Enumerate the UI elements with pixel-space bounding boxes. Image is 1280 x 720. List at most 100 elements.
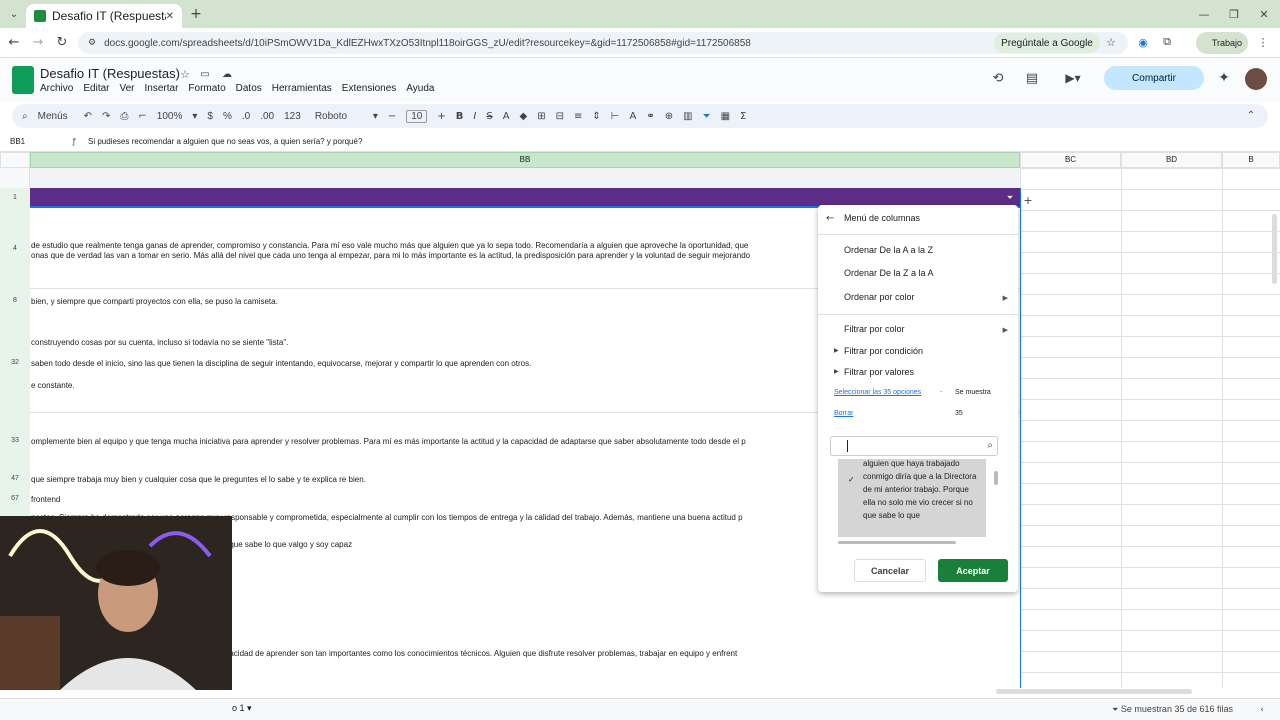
cell-text[interactable]: onas que de verdad las van a tomar en se… (31, 251, 819, 260)
menu-extensiones[interactable]: Extensiones (342, 83, 396, 94)
search-icon[interactable]: ⌕ (22, 111, 28, 122)
undo-icon[interactable]: ↶ (84, 111, 92, 122)
horizontal-align-icon[interactable]: ≡ (574, 111, 582, 122)
comments-icon[interactable]: ▤ (1024, 70, 1040, 86)
filter-by-color-item[interactable]: Filtrar por color (844, 324, 905, 334)
menu-archivo[interactable]: Archivo (40, 83, 73, 94)
vertical-align-icon[interactable]: ⇕ (592, 111, 600, 122)
font-dropdown-icon[interactable]: ▾ (373, 111, 378, 122)
values-list[interactable]: ✓ alguien que haya trabajado conmigo dir… (838, 459, 986, 537)
menu-ayuda[interactable]: Ayuda (406, 83, 434, 94)
horizontal-scrollbar[interactable] (996, 689, 1192, 694)
currency-button[interactable]: $ (207, 111, 213, 122)
browser-tab[interactable]: Desafio IT (Respuestas) - Hojas ✕ (26, 4, 182, 28)
font-size-field[interactable]: 10 (406, 109, 428, 123)
functions-icon[interactable]: Σ (740, 111, 746, 122)
text-wrap-icon[interactable]: ⊢ (611, 111, 620, 122)
collapse-toolbar-icon[interactable]: ⌃ (1244, 108, 1258, 122)
paint-format-icon[interactable]: ⌐ (138, 111, 146, 122)
tab-list-icon[interactable]: ⌄ (6, 6, 22, 22)
bold-icon[interactable]: B (456, 111, 464, 122)
insert-link-icon[interactable]: ⚭ (646, 111, 654, 122)
select-all-corner[interactable] (0, 152, 30, 168)
merge-cells-icon[interactable]: ⊟ (556, 111, 564, 122)
insert-comment-icon[interactable]: ⊕ (665, 111, 673, 122)
menu-datos[interactable]: Datos (236, 83, 262, 94)
increase-decimal-button[interactable]: .00 (260, 111, 274, 122)
row-number[interactable]: 47 (0, 475, 30, 482)
sort-z-a-item[interactable]: Ordenar De la Z a la A (844, 268, 934, 278)
close-tab-icon[interactable]: ✕ (166, 11, 174, 22)
insert-chart-icon[interactable]: ▥ (683, 111, 692, 122)
checkmark-icon[interactable]: ✓ (848, 475, 855, 484)
row-number[interactable]: 8 (0, 297, 30, 304)
font-size-plus-icon[interactable]: + (437, 111, 445, 122)
url-field[interactable]: ⚙ docs.google.com/spreadsheets/d/10iPSmO… (78, 32, 1128, 54)
cell-text[interactable]: frontend (31, 495, 819, 504)
reload-icon[interactable]: ↻ (54, 34, 70, 50)
formula-input[interactable]: Si pudieses recomendar a alguien que no … (88, 137, 362, 146)
cancel-button[interactable]: Cancelar (854, 559, 926, 582)
star-icon[interactable]: ☆ (178, 67, 192, 81)
sheets-logo[interactable] (12, 66, 34, 94)
cell-text[interactable]: que siempre trabaja muy bien y cualquier… (31, 475, 819, 484)
cell-text[interactable]: de estudio que realmente tenga ganas de … (31, 241, 819, 250)
select-all-link[interactable]: Seleccionar las 35 opciones (834, 389, 921, 396)
site-info-icon[interactable]: ⚙ (88, 38, 96, 48)
restore-icon[interactable]: ❐ (1226, 6, 1242, 22)
sort-a-z-item[interactable]: Ordenar De la A a la Z (844, 245, 933, 255)
column-header-bc[interactable]: BC (1020, 152, 1121, 168)
extension-icon[interactable]: ◉ (1136, 35, 1150, 49)
column-header-bb[interactable]: BB (30, 152, 1020, 168)
row-number[interactable]: 67 (0, 495, 30, 502)
values-search-input[interactable]: ⌕ (830, 436, 998, 456)
menu-ver[interactable]: Ver (119, 83, 134, 94)
strikethrough-icon[interactable]: S (486, 111, 492, 122)
vertical-scrollbar[interactable] (1272, 214, 1277, 284)
minimize-icon[interactable]: — (1196, 6, 1212, 22)
redo-icon[interactable]: ↷ (102, 111, 110, 122)
bookmark-star-icon[interactable]: ☆ (1104, 35, 1118, 49)
zoom-select[interactable]: 100% (157, 111, 183, 122)
zoom-dropdown-icon[interactable]: ▾ (192, 111, 197, 122)
cell-text[interactable]: omplemente bien al equipo y que tenga mu… (31, 437, 819, 446)
collapse-sidepanel-icon[interactable]: ‹ (1256, 704, 1268, 716)
font-size-minus-icon[interactable]: − (388, 111, 396, 122)
ask-google-button[interactable]: Pregúntale a Google (994, 33, 1100, 53)
sheet-tab[interactable]: o 1 ▾ (232, 703, 252, 714)
text-rotation-icon[interactable]: A (630, 111, 637, 122)
fill-color-icon[interactable]: ◆ (520, 111, 528, 122)
row-number[interactable]: 32 (0, 359, 30, 366)
expand-values-icon[interactable]: ▶ (834, 368, 839, 375)
menu-insertar[interactable]: Insertar (145, 83, 179, 94)
print-icon[interactable]: ⎙ (120, 111, 128, 122)
menus-search[interactable]: Menús (38, 111, 68, 122)
back-icon[interactable]: ← (6, 34, 22, 50)
sort-by-color-item[interactable]: Ordenar por color (844, 292, 915, 302)
italic-icon[interactable]: I (473, 111, 476, 122)
list-scrollbar[interactable] (994, 471, 998, 485)
row-number[interactable]: 4 (0, 245, 30, 252)
cell-text[interactable]: saben todo desde el inicio, sino las que… (31, 359, 819, 368)
row-number[interactable]: 33 (0, 437, 30, 444)
name-box[interactable]: BB1 (0, 137, 66, 146)
borders-icon[interactable]: ⊞ (537, 111, 545, 122)
menu-editar[interactable]: Editar (83, 83, 109, 94)
filter-views-icon[interactable]: ▦ (721, 111, 730, 122)
decrease-decimal-button[interactable]: .0 (242, 111, 250, 122)
clear-link[interactable]: Borrar (834, 410, 853, 417)
percent-button[interactable]: % (223, 111, 232, 122)
cell-text[interactable]: e constante. (31, 381, 819, 390)
meet-icon[interactable]: ▶▾ (1060, 70, 1086, 86)
row-number[interactable]: 1 (0, 194, 30, 201)
forward-icon[interactable]: → (30, 34, 46, 50)
share-button[interactable]: Compartir (1104, 66, 1204, 90)
extensions-puzzle-icon[interactable]: ⧉ (1160, 35, 1174, 49)
font-select[interactable]: Roboto (315, 111, 363, 122)
cell-text[interactable]: bien, y siempre que comparti proyectos c… (31, 297, 819, 306)
list-horizontal-scrollbar[interactable] (838, 541, 956, 544)
browser-menu-icon[interactable]: ⋮ (1256, 35, 1270, 49)
empty-grid-cells[interactable] (1020, 168, 1280, 688)
document-title[interactable]: Desafio IT (Respuestas) (40, 66, 180, 81)
column-header-bd[interactable]: BD (1121, 152, 1222, 168)
